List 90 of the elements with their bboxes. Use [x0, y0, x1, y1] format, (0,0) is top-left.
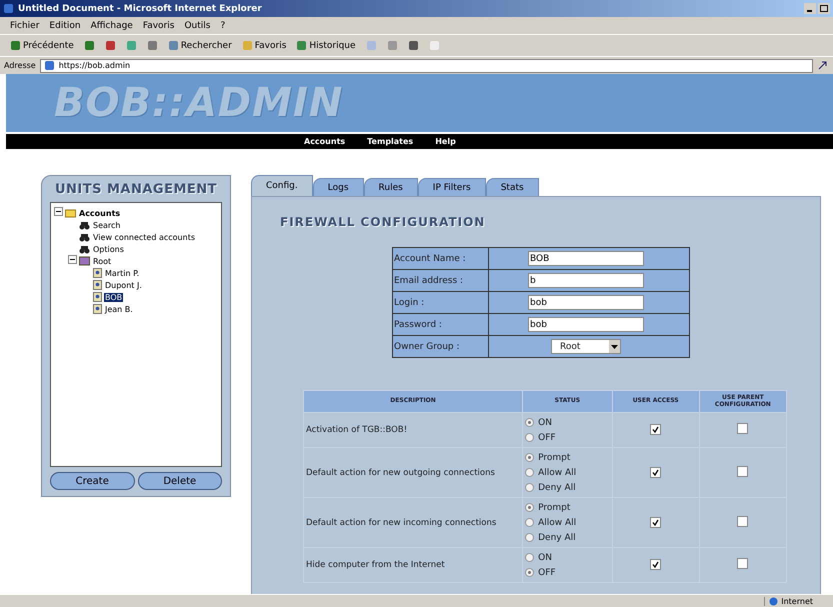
tab[interactable]: Config.: [251, 175, 313, 196]
table-cell: Activation of TGB::BOB!: [304, 412, 523, 448]
menu-item[interactable]: Outils: [184, 20, 210, 30]
tree-item[interactable]: Root: [92, 256, 112, 266]
nav-link[interactable]: Help: [435, 137, 456, 146]
radio-button[interactable]: [525, 503, 534, 512]
address-label: Adresse: [4, 61, 36, 70]
caret-icon: [611, 344, 618, 348]
radio-label: Allow All: [538, 518, 576, 528]
table-cell: Hide computer from the Internet: [304, 548, 523, 582]
tree-item[interactable]: Options: [92, 244, 125, 254]
radio-label: OFF: [538, 432, 556, 442]
globe-icon: [769, 596, 778, 606]
radio-label: Deny All: [538, 482, 576, 492]
tree-item[interactable]: Dupont J.: [104, 280, 143, 290]
tab[interactable]: Stats: [486, 178, 539, 196]
menu-item[interactable]: ?: [220, 20, 226, 30]
nav-link[interactable]: Accounts: [304, 137, 346, 146]
binoculars-icon: [79, 232, 90, 242]
binoculars-icon: [79, 220, 90, 230]
radio-button[interactable]: [525, 553, 534, 562]
minimize-icon[interactable]: [804, 3, 816, 14]
field-label: Password :: [392, 314, 488, 336]
input-field[interactable]: bob: [528, 317, 644, 332]
checkbox[interactable]: [650, 559, 662, 570]
folder-icon: [65, 208, 76, 218]
checkbox[interactable]: [650, 424, 662, 435]
binoculars-icon: [79, 244, 90, 254]
checkbox[interactable]: [650, 466, 662, 478]
collapse-icon[interactable]: [68, 255, 77, 264]
tree-item[interactable]: BOB: [104, 292, 124, 302]
radio-button[interactable]: [525, 483, 534, 492]
tree-item[interactable]: View connected accounts: [92, 232, 196, 242]
field-label: Owner Group :: [392, 336, 488, 358]
radio-label: OFF: [538, 568, 556, 578]
collapse-icon[interactable]: [54, 207, 63, 216]
radio-label: Prompt: [538, 502, 570, 512]
toolbar-button[interactable]: Rechercher: [180, 40, 232, 50]
toolbar-button[interactable]: Favoris: [254, 40, 286, 50]
action-button[interactable]: Delete: [138, 472, 222, 490]
radio-button[interactable]: [525, 433, 534, 442]
menu-item[interactable]: Favoris: [142, 20, 174, 30]
radio-button[interactable]: [525, 453, 534, 462]
checkbox[interactable]: [650, 516, 662, 528]
toolbar-button[interactable]: Historique: [309, 40, 356, 50]
radio-button[interactable]: [525, 568, 534, 577]
action-button[interactable]: Create: [50, 472, 134, 490]
address-field[interactable]: https://bob.admin: [40, 58, 813, 72]
table-cell: Default action for new incoming connections: [304, 498, 523, 548]
radio-label: Prompt: [538, 452, 570, 462]
logo: BOB::ADMIN: [54, 80, 344, 126]
menu-item[interactable]: Affichage: [90, 20, 133, 30]
checkbox[interactable]: [737, 516, 748, 526]
window-title: Untitled Document - Microsoft Internet Explorer: [18, 4, 262, 14]
radio-button[interactable]: [525, 533, 534, 542]
field-label: Email address :: [392, 270, 488, 292]
tree-item[interactable]: Jean B.: [104, 304, 134, 314]
tree-item[interactable]: Search: [92, 220, 122, 230]
zone-label: Internet: [781, 596, 813, 606]
checkbox[interactable]: [737, 558, 748, 569]
tab[interactable]: Rules: [364, 178, 418, 196]
radio-label: Allow All: [538, 468, 576, 478]
section-title: FIREWALL CONFIGURATION: [280, 215, 486, 229]
tab[interactable]: Logs: [312, 178, 364, 196]
field-label: Account Name :: [392, 248, 488, 270]
checkbox[interactable]: [737, 423, 748, 434]
menu-item[interactable]: Edition: [49, 20, 81, 30]
toolbar-button[interactable]: Précédente: [23, 40, 74, 50]
tree-item[interactable]: Accounts: [78, 208, 122, 218]
maximize-icon[interactable]: [818, 3, 830, 14]
input-field[interactable]: b: [528, 273, 644, 288]
radio-label: Deny All: [538, 532, 576, 542]
panel-title: UNITS MANAGEMENT: [54, 182, 218, 197]
tree-item[interactable]: Martin P.: [104, 268, 140, 278]
input-field[interactable]: bob: [528, 295, 644, 310]
nav-link[interactable]: Templates: [367, 137, 414, 146]
tab[interactable]: IP Filters: [418, 178, 486, 196]
radio-button[interactable]: [525, 468, 534, 477]
input-field[interactable]: BOB: [528, 251, 644, 266]
radio-button[interactable]: [525, 518, 534, 527]
radio-label: ON: [538, 418, 552, 428]
field-label: Login :: [392, 292, 488, 314]
radio-label: ON: [538, 552, 552, 562]
checkbox[interactable]: [737, 466, 748, 476]
go-arrow-icon[interactable]: [817, 60, 829, 71]
book-icon: [79, 256, 90, 266]
menu-item[interactable]: Fichier: [10, 20, 40, 30]
group-select[interactable]: Root: [551, 339, 621, 354]
table-cell: Default action for new outgoing connections: [304, 448, 523, 498]
radio-button[interactable]: [525, 418, 534, 427]
